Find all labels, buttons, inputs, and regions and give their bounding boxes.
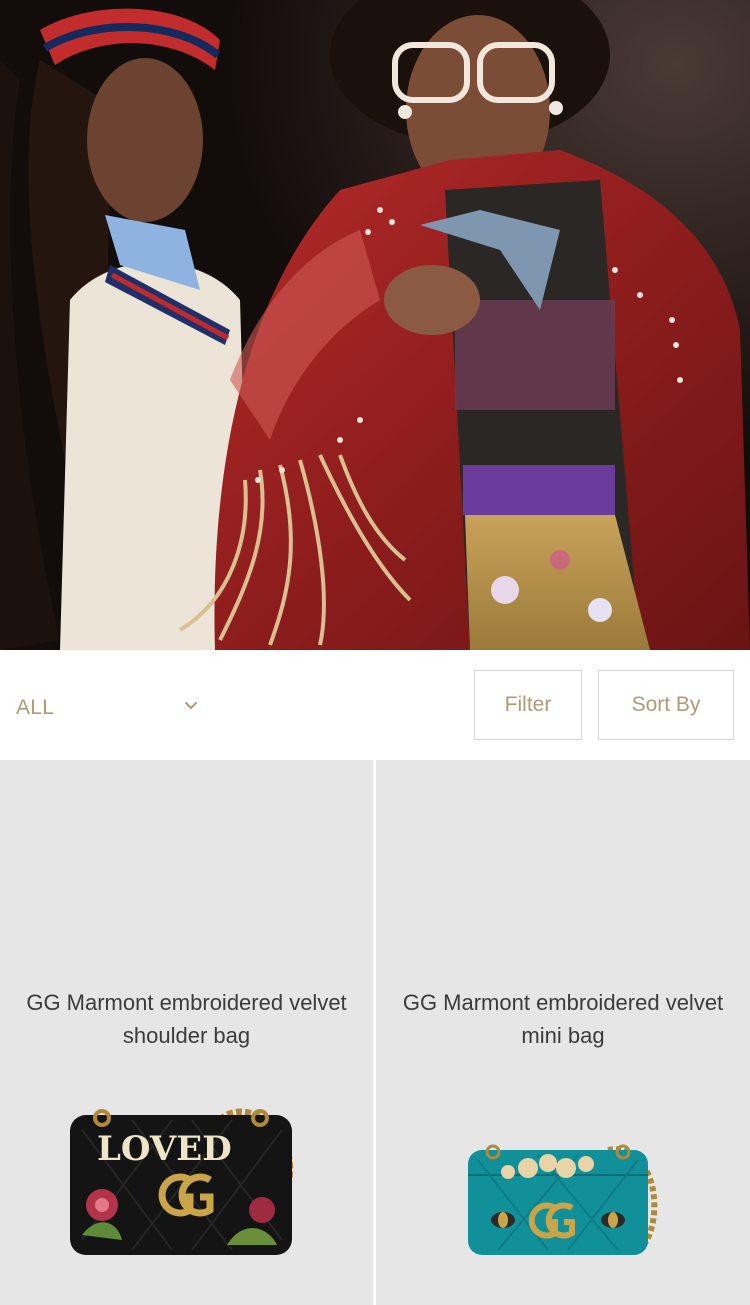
product-title: GG Marmont embroidered velvet shoulder b… [26,990,347,1048]
sort-by-button[interactable]: Sort By [598,670,734,740]
category-dropdown-value: ALL [16,696,55,719]
teal-velvet-mini-bag-icon [468,1144,658,1255]
product-image: LOVED [0,1060,373,1305]
svg-text:LOVED: LOVED [97,1129,232,1169]
chevron-down-icon [184,698,198,716]
fashion-campaign-photo [0,0,750,650]
product-grid: GG Marmont embroidered velvet shoulder b… [0,760,750,1305]
product-listing-page: ALL Filter Sort By GG Marmont embroidere… [0,0,750,1305]
hero-banner [0,0,750,650]
product-image [376,1060,750,1305]
product-title: GG Marmont embroidered velvet mini bag [402,990,724,1048]
category-dropdown[interactable]: ALL [16,680,206,736]
filter-button[interactable]: Filter [474,670,582,740]
product-card[interactable]: GG Marmont embroidered velvet mini bag [376,760,750,1305]
black-velvet-shoulder-bag-icon: LOVED [69,1108,293,1255]
product-card[interactable]: GG Marmont embroidered velvet shoulder b… [0,760,373,1305]
